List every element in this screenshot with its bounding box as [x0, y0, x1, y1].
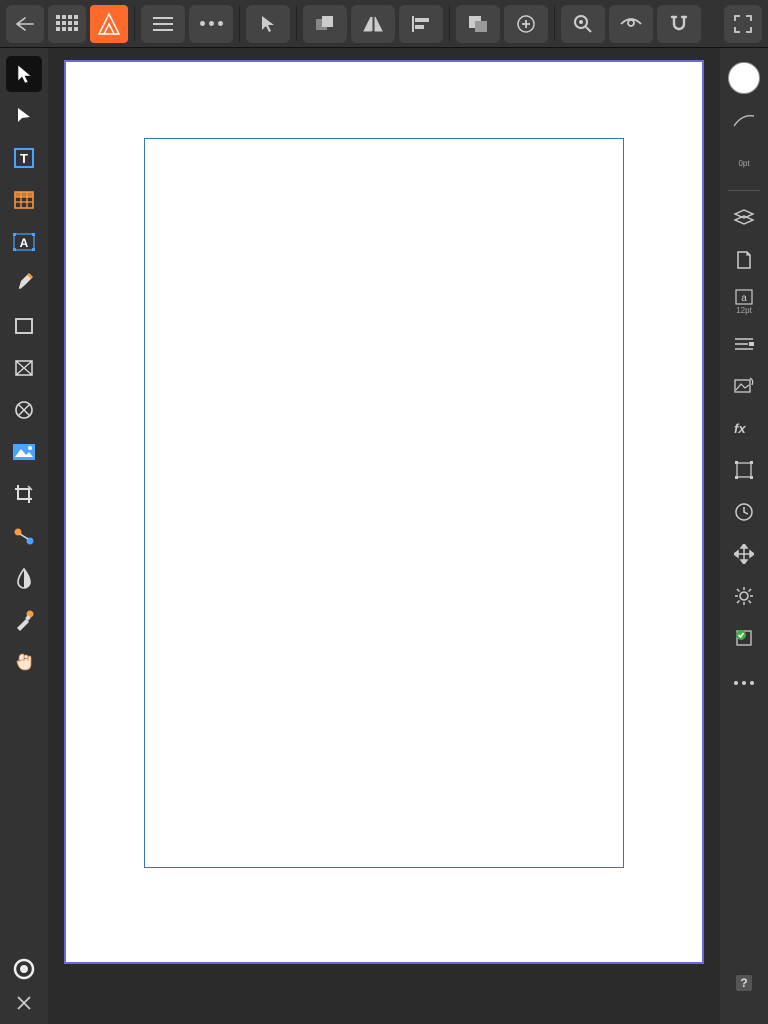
- app-logo-icon: [90, 5, 128, 43]
- more-icon: [734, 681, 754, 685]
- layers-panel-button[interactable]: [726, 200, 762, 236]
- svg-text:A: A: [20, 236, 29, 250]
- frame-text-tool[interactable]: T: [6, 140, 42, 176]
- color-picker-tool[interactable]: [6, 602, 42, 638]
- left-toolbar: T A: [0, 48, 48, 1024]
- picture-frame-rect-tool[interactable]: [6, 350, 42, 386]
- node-tool[interactable]: [6, 98, 42, 134]
- view-tool[interactable]: [6, 644, 42, 680]
- rectangle-tool[interactable]: [6, 308, 42, 344]
- left-toolbar-footer: [13, 958, 35, 1010]
- app-root: T A: [0, 0, 768, 1024]
- fill-tool[interactable]: [6, 518, 42, 554]
- paragraph-panel-button[interactable]: [726, 326, 762, 362]
- pen-tool[interactable]: [6, 266, 42, 302]
- stock-panel-button[interactable]: [726, 368, 762, 404]
- preferences-panel-button[interactable]: [726, 578, 762, 614]
- document-grid-button[interactable]: [48, 5, 86, 43]
- svg-text:?: ?: [740, 976, 747, 990]
- flip-horizontal-button[interactable]: [351, 5, 395, 43]
- boolean-ops-button[interactable]: [456, 5, 500, 43]
- separator: [449, 5, 450, 41]
- main-menu-button[interactable]: [141, 5, 185, 43]
- help-button[interactable]: ?: [726, 965, 762, 1001]
- right-studio-bar: 0pt a 12pt fx: [720, 48, 768, 1024]
- canvas-viewport[interactable]: [48, 48, 720, 1024]
- font-size-label: 12pt: [736, 306, 752, 315]
- artboard-page[interactable]: [64, 60, 704, 964]
- separator: [296, 5, 297, 41]
- svg-text:fx: fx: [734, 421, 746, 435]
- close-button[interactable]: [17, 996, 31, 1010]
- preview-mode-button[interactable]: [609, 5, 653, 43]
- arrange-button[interactable]: [303, 5, 347, 43]
- divider: [728, 190, 760, 191]
- table-tool[interactable]: [6, 182, 42, 218]
- align-button[interactable]: [399, 5, 443, 43]
- brush-panel-button[interactable]: [726, 103, 762, 139]
- stroke-panel-button[interactable]: 0pt: [726, 145, 762, 181]
- more-icon: [200, 21, 223, 26]
- zoom-button[interactable]: [561, 5, 605, 43]
- pages-panel-button[interactable]: [726, 242, 762, 278]
- back-button[interactable]: [6, 5, 44, 43]
- svg-text:a: a: [741, 293, 747, 304]
- more-panels-button[interactable]: [726, 665, 762, 701]
- separator: [239, 6, 240, 42]
- context-toolbar: [246, 5, 701, 43]
- text-frame[interactable]: [144, 138, 624, 868]
- snapping-button[interactable]: [657, 5, 701, 43]
- right-bar-footer: ?: [726, 962, 762, 1004]
- stroke-width-label: 0pt: [738, 159, 749, 168]
- main-area: T A: [0, 48, 768, 1024]
- pointer-context-button[interactable]: [246, 5, 290, 43]
- quick-menu-button[interactable]: [13, 958, 35, 980]
- move-tool[interactable]: [6, 56, 42, 92]
- top-toolbar: [0, 0, 768, 48]
- insert-target-button[interactable]: [504, 5, 548, 43]
- character-panel-button[interactable]: a 12pt: [726, 284, 762, 320]
- fx-panel-button[interactable]: fx: [726, 410, 762, 446]
- picture-frame-ellipse-tool[interactable]: [6, 392, 42, 428]
- preflight-panel-button[interactable]: [726, 620, 762, 656]
- vector-crop-tool[interactable]: [6, 476, 42, 512]
- artistic-text-tool[interactable]: A: [6, 224, 42, 260]
- transparency-tool[interactable]: [6, 560, 42, 596]
- transform-panel-button[interactable]: [726, 452, 762, 488]
- fullscreen-button[interactable]: [724, 5, 762, 43]
- separator: [554, 5, 555, 41]
- history-panel-button[interactable]: [726, 494, 762, 530]
- separator: [134, 6, 135, 42]
- more-menu-button[interactable]: [189, 5, 233, 43]
- color-swatch[interactable]: [728, 62, 760, 94]
- svg-text:T: T: [20, 151, 28, 166]
- navigator-panel-button[interactable]: [726, 536, 762, 572]
- place-image-tool[interactable]: [6, 434, 42, 470]
